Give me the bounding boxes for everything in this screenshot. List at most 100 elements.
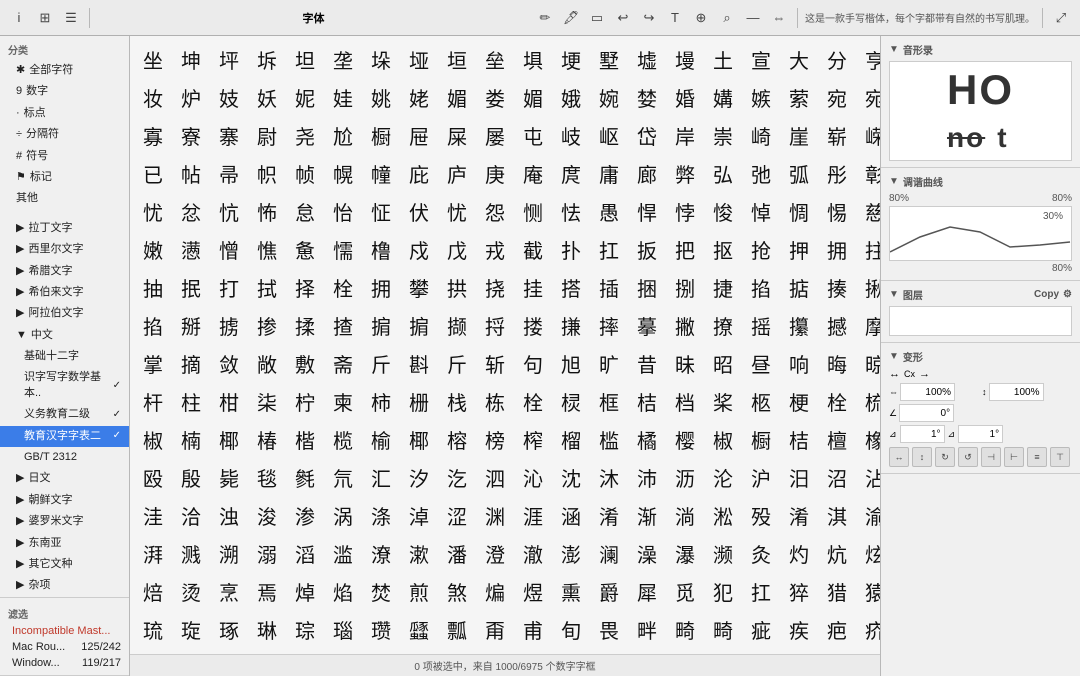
glyph-cell[interactable]: 汔 [438,458,476,496]
glyph-cell[interactable]: 沐 [590,458,628,496]
glyph-cell[interactable]: 琉 [134,610,172,648]
glyph-cell[interactable]: 滔 [286,534,324,572]
glyph-cell[interactable]: 焉 [248,572,286,610]
glyph-cell[interactable]: 柿 [362,382,400,420]
pen-tool-icon[interactable]: ✏ [534,7,556,29]
glyph-cell[interactable]: 橱 [362,116,400,154]
sidebar-item-hebrew[interactable]: ▶ 希伯来文字 [0,282,129,303]
glyph-cell[interactable]: 樱 [666,420,704,458]
glyph-cell[interactable]: 幌 [324,154,362,192]
glyph-cell[interactable]: 瓥 [400,610,438,648]
align-center-btn[interactable]: ≡ [1027,447,1047,467]
glyph-cell[interactable]: 妆 [134,78,172,116]
glyph-cell[interactable]: 姚 [362,78,400,116]
sidebar-item-other[interactable]: 其他 [0,188,129,209]
glyph-cell[interactable]: 拥 [362,268,400,306]
glyph-cell[interactable]: 淇 [818,496,856,534]
glyph-cell[interactable]: 岖 [590,116,628,154]
glyph-cell[interactable]: 昧 [666,344,704,382]
glyph-cell[interactable]: 屡 [476,116,514,154]
glyph-cell[interactable]: 栓 [818,382,856,420]
glyph-cell[interactable]: 摘 [172,344,210,382]
glyph-cell[interactable]: 旭 [552,344,590,382]
glyph-cell[interactable]: 忼 [210,192,248,230]
glyph-cell[interactable]: 掳 [210,306,248,344]
glyph-cell[interactable]: 瓢 [438,610,476,648]
glyph-cell[interactable]: 焚 [362,572,400,610]
glyph-cell[interactable]: 潘 [438,534,476,572]
sidebar-item-southeast-asia[interactable]: ▶ 东南亚 [0,533,129,554]
glyph-cell[interactable]: 疥 [856,610,880,648]
glyph-cell[interactable]: 垣 [438,40,476,78]
glyph-cell[interactable]: 句 [514,344,552,382]
glyph-cell[interactable]: 岸 [666,116,704,154]
glyph-cell[interactable]: 庹 [552,154,590,192]
glyph-cell[interactable]: 晾 [856,344,880,382]
glyph-cell[interactable]: 弘 [704,154,742,192]
glyph-cell[interactable]: 娃 [324,78,362,116]
glyph-cell[interactable]: 扛 [590,230,628,268]
glyph-cell[interactable]: 沾 [856,458,880,496]
glyph-cell[interactable]: 撼 [818,306,856,344]
glyph-cell[interactable]: 栓 [514,382,552,420]
glyph-cell[interactable]: 抿 [172,268,210,306]
glyph-cell[interactable]: 嫉 [742,78,780,116]
glyph-cell[interactable]: 抽 [134,268,172,306]
glyph-cell[interactable]: 怔 [362,192,400,230]
glyph-cell[interactable]: 柠 [286,382,324,420]
glyph-cell[interactable]: 挠 [476,268,514,306]
glyph-cell[interactable]: 坪 [210,40,248,78]
glyph-cell[interactable]: 撷 [438,306,476,344]
glyph-cell[interactable]: 掮 [400,306,438,344]
glyph-cell[interactable]: 妖 [248,78,286,116]
glyph-cell[interactable]: 斤 [438,344,476,382]
glyph-cell[interactable]: 坼 [248,40,286,78]
glyph-cell[interactable]: 涯 [514,496,552,534]
glyph-cell[interactable]: 桔 [780,420,818,458]
glyph-cell[interactable]: 橱 [742,420,780,458]
glyph-cell[interactable]: 晦 [818,344,856,382]
glyph-cell[interactable]: 岐 [552,116,590,154]
glyph-cell[interactable]: 焰 [324,572,362,610]
glyph-cell[interactable]: 桨 [704,382,742,420]
glyph-cell[interactable]: 敷 [286,344,324,382]
glyph-cell[interactable]: 疤 [818,610,856,648]
resize-icon[interactable]: ⇔ [768,7,790,29]
menu-icon[interactable]: ☰ [60,7,82,29]
glyph-cell[interactable]: 屉 [400,116,438,154]
glyph-cell[interactable]: 坤 [172,40,210,78]
brush-tool-icon[interactable]: 🖋 [560,7,582,29]
glyph-cell[interactable]: 忧 [438,192,476,230]
glyph-cell[interactable]: 拱 [438,268,476,306]
layer-copy-btn[interactable]: Copy [1034,289,1059,300]
glyph-cell[interactable]: 栋 [476,382,514,420]
glyph-cell[interactable]: 宛 [818,78,856,116]
glyph-cell[interactable]: 湃 [134,534,172,572]
glyph-cell[interactable]: 淌 [666,496,704,534]
glyph-cell[interactable]: 澡 [628,534,666,572]
sidebar-item-latin[interactable]: ▶ 拉丁文字 [0,218,129,239]
glyph-cell[interactable]: 彰 [856,154,880,192]
glyph-cell[interactable]: 土 [704,40,742,78]
glyph-cell[interactable]: 氘 [324,458,362,496]
glyph-cell[interactable]: 疾 [780,610,818,648]
glyph-cell[interactable]: 楷 [286,420,324,458]
glyph-cell[interactable]: 烹 [210,572,248,610]
glyph-cell[interactable]: 畸 [704,610,742,648]
glyph-cell[interactable]: 琁 [172,610,210,648]
glyph-cell[interactable]: 崎 [742,116,780,154]
glyph-cell[interactable]: 庚 [476,154,514,192]
glyph-cell[interactable]: 寮 [172,116,210,154]
glyph-cell[interactable]: 焯 [286,572,324,610]
glyph-cell[interactable]: 帜 [248,154,286,192]
glyph-cell[interactable]: 柱 [172,382,210,420]
glyph-cell[interactable]: 瑙 [324,610,362,648]
glyph-cell[interactable]: 榨 [514,420,552,458]
sidebar-item-basic12[interactable]: 基础十二字 [0,346,129,367]
align-right-btn[interactable]: ⊢ [1004,447,1024,467]
glyph-cell[interactable]: 檀 [818,420,856,458]
app-icon[interactable]: i [8,7,30,29]
glyph-cell[interactable]: 抠 [704,230,742,268]
glyph-cell[interactable]: 屯 [514,116,552,154]
glyph-cell[interactable]: 插 [590,268,628,306]
